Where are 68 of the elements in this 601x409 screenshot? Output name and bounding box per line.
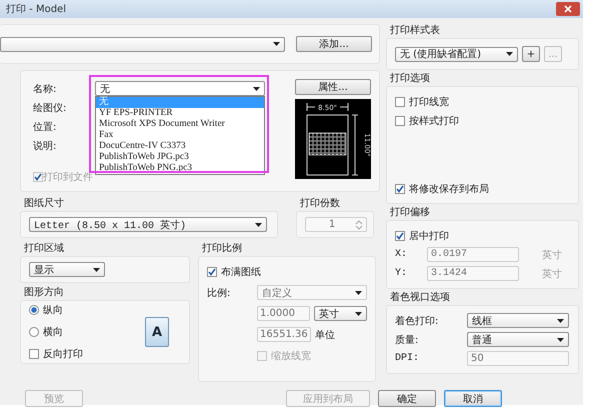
checkbox-label: 布满图纸 (221, 266, 261, 278)
dialog-button[interactable]: 确定 (378, 390, 436, 407)
paper-size-dropdown[interactable]: Letter (8.50 x 11.00 英寸) (29, 217, 267, 232)
caret-icon (355, 290, 362, 294)
style-table-dropdown[interactable]: 无 (使用缺省配置) (395, 46, 518, 62)
page-setup-dropdown[interactable] (0, 36, 285, 52)
close-icon[interactable] (556, 2, 580, 16)
window-title: 打印 - Model (6, 2, 66, 16)
unit-label: 单位 (315, 328, 335, 342)
field-label: 质量: (395, 334, 420, 346)
group-title: 打印区域 (23, 242, 65, 256)
name-label: 名称: (33, 82, 58, 96)
caret-icon (506, 52, 513, 56)
field-label: 说明: (33, 140, 56, 152)
printer-option[interactable]: Fax (96, 130, 264, 141)
group-title: 打印份数 (299, 197, 341, 211)
printer-option[interactable]: PublishToWeb PNG.pc3 (96, 163, 264, 174)
caret-icon (93, 268, 100, 272)
checkbox-label: 缩放线宽 (271, 350, 311, 362)
printer-option[interactable]: Microsoft XPS Document Writer (96, 119, 264, 130)
radio-button[interactable] (29, 305, 39, 315)
caret-icon (273, 42, 280, 46)
group-title: 打印样式表 (389, 24, 441, 38)
radio-button[interactable] (29, 327, 39, 337)
checkbox-label: 居中打印 (409, 230, 449, 242)
checkbox[interactable] (395, 96, 405, 106)
viewport-dropdown[interactable]: 普通 (467, 332, 569, 347)
dialog-button[interactable]: 取消 (444, 390, 502, 407)
group-title: 打印选项 (389, 72, 431, 86)
checkbox[interactable] (395, 116, 405, 126)
radio-label: 横向 (43, 326, 63, 339)
group-title: 着色视口选项 (389, 291, 451, 305)
viewport-dropdown[interactable]: 线框 (467, 313, 569, 328)
checkbox-label: 将修改保存到布局 (409, 182, 489, 196)
checkbox-label: 打印线宽 (409, 96, 449, 108)
unit-label: 英寸 (542, 248, 563, 262)
plot-area-dropdown[interactable]: 显示 (29, 262, 105, 277)
checkbox[interactable] (29, 349, 39, 359)
radio-label: 纵向 (43, 304, 63, 317)
field-label: X: (395, 249, 408, 260)
caret-icon (355, 312, 362, 316)
checkbox-label: 反向打印 (43, 348, 83, 361)
checkbox-label: 按样式打印 (409, 114, 459, 128)
group-title: 图纸尺寸 (23, 197, 65, 211)
properties-button[interactable]: 属性... (295, 79, 371, 95)
field-label: 比例: (207, 286, 232, 300)
field-label: 位置: (33, 120, 56, 134)
printer-dropdown[interactable]: 无 (95, 81, 265, 96)
checkbox-label: 打印到文件 (43, 170, 93, 184)
field-label: DPI: (395, 353, 420, 364)
group-title: 打印偏移 (389, 206, 431, 220)
field-label: Y: (395, 268, 408, 279)
field-label: 着色打印: (395, 314, 440, 328)
printer-option[interactable]: YF EPS-PRINTER (96, 108, 264, 119)
field-label: 绘图仪: (33, 102, 66, 114)
caret-icon (253, 86, 260, 90)
caret-icon (255, 222, 262, 226)
checkbox[interactable] (395, 184, 405, 194)
add-button[interactable]: 添加... (296, 36, 372, 52)
group-title: 图形方向 (23, 286, 65, 300)
unit-label: 英寸 (542, 268, 563, 280)
caret-icon (557, 318, 564, 322)
icon-letter: A (152, 324, 162, 340)
caret-icon (557, 338, 564, 342)
printer-option[interactable]: PublishToWeb JPG.pc3 (96, 152, 264, 163)
printer-option[interactable]: DocuCentre-IV C3373 (96, 141, 264, 152)
new-button[interactable]: + (522, 46, 540, 62)
group-title: 打印比例 (201, 242, 243, 256)
